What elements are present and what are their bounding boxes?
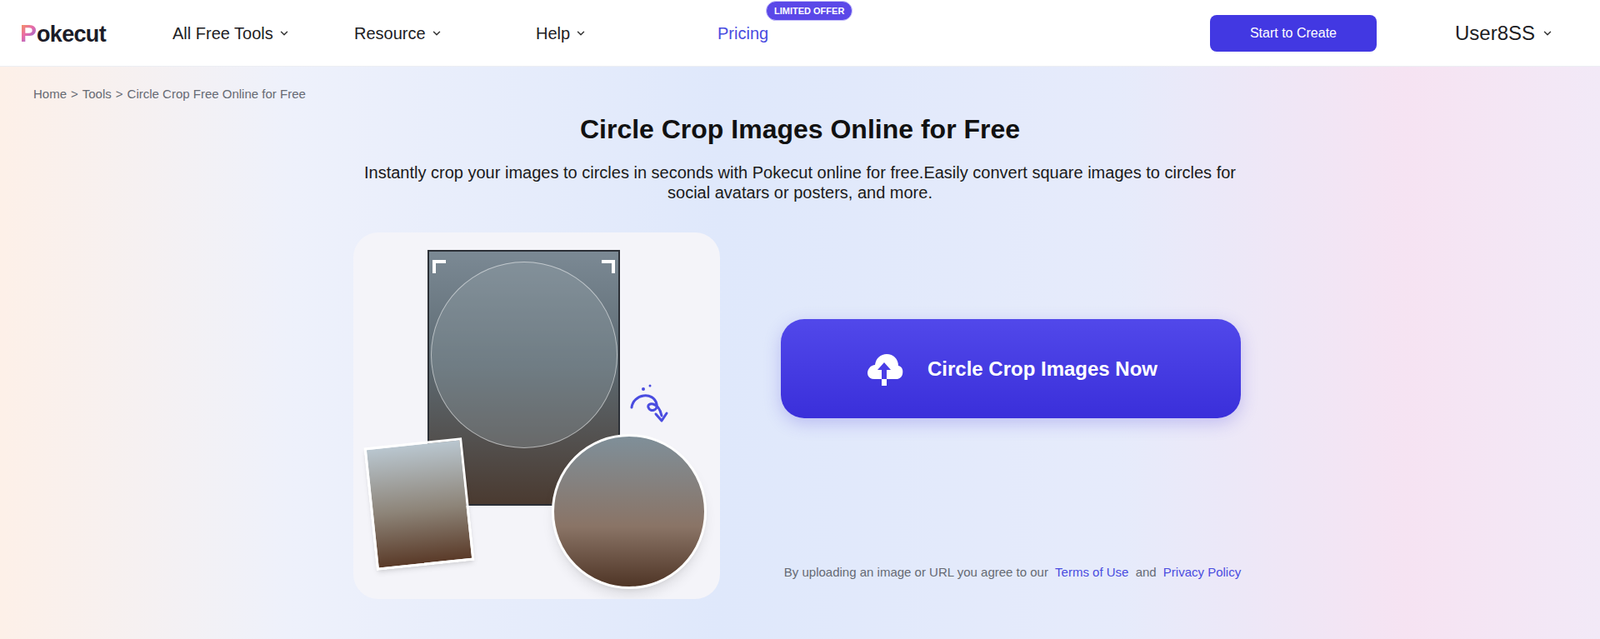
nav-item[interactable]: All Free Tools	[172, 20, 355, 46]
page-subtitle: Instantly crop your images to circles in…	[350, 162, 1250, 203]
chevron-down-icon	[1541, 27, 1554, 40]
upload-button[interactable]: Circle Crop Images Now	[780, 319, 1241, 419]
logo-text: okecut	[36, 23, 106, 46]
logo-mark: P	[20, 20, 37, 46]
upload-cloud-icon	[864, 350, 905, 388]
main-nav: All Free ToolsResourceHelpPricingLIMITED…	[172, 20, 900, 46]
page: PokecutAll Free ToolsResourceHelpPricing…	[0, 0, 1600, 639]
nav-item[interactable]: Resource	[354, 20, 536, 46]
breadcrumb-item: Circle Crop Free Online for Free	[127, 86, 306, 102]
chevron-down-icon	[575, 27, 587, 40]
example-illustration	[353, 232, 720, 600]
upload-panel: Circle Crop Images Now By uploading an im…	[780, 232, 1245, 600]
user-menu[interactable]: User8SS	[1455, 18, 1554, 49]
breadcrumb-item[interactable]: Tools	[82, 86, 112, 102]
breadcrumb-separator: >	[115, 86, 124, 102]
crop-corner	[432, 260, 446, 274]
privacy-link[interactable]: Privacy Policy	[1163, 565, 1241, 580]
rotate-arrow-icon	[625, 382, 672, 433]
logo[interactable]: Pokecut	[20, 20, 173, 46]
page-title: Circle Crop Images Online for Free	[0, 112, 1600, 146]
terms-link[interactable]: Terms of Use	[1055, 565, 1129, 580]
tool-area: Circle Crop Images Now By uploading an im…	[0, 232, 1600, 600]
offer-badge: LIMITED OFFER	[765, 0, 853, 22]
crop-corner	[601, 260, 615, 274]
crop-circle	[430, 261, 618, 449]
breadcrumb: Home>Tools>Circle Crop Free Online for F…	[0, 66, 1600, 102]
breadcrumb-item[interactable]: Home	[33, 86, 67, 102]
top-bar: PokecutAll Free ToolsResourceHelpPricing…	[0, 0, 1600, 67]
nav-item[interactable]: PricingLIMITED OFFER	[717, 20, 900, 46]
chevron-down-icon	[278, 27, 290, 40]
terms-notice: By uploading an image or URL you agree t…	[780, 564, 1245, 581]
start-create-button[interactable]: Start to Create	[1210, 15, 1377, 52]
main-content: Home>Tools>Circle Crop Free Online for F…	[0, 66, 1600, 600]
circle-result	[551, 434, 707, 590]
chevron-down-icon	[430, 27, 443, 40]
small-photo	[364, 437, 475, 571]
breadcrumb-separator: >	[70, 86, 79, 102]
nav-item[interactable]: Help	[535, 20, 718, 46]
